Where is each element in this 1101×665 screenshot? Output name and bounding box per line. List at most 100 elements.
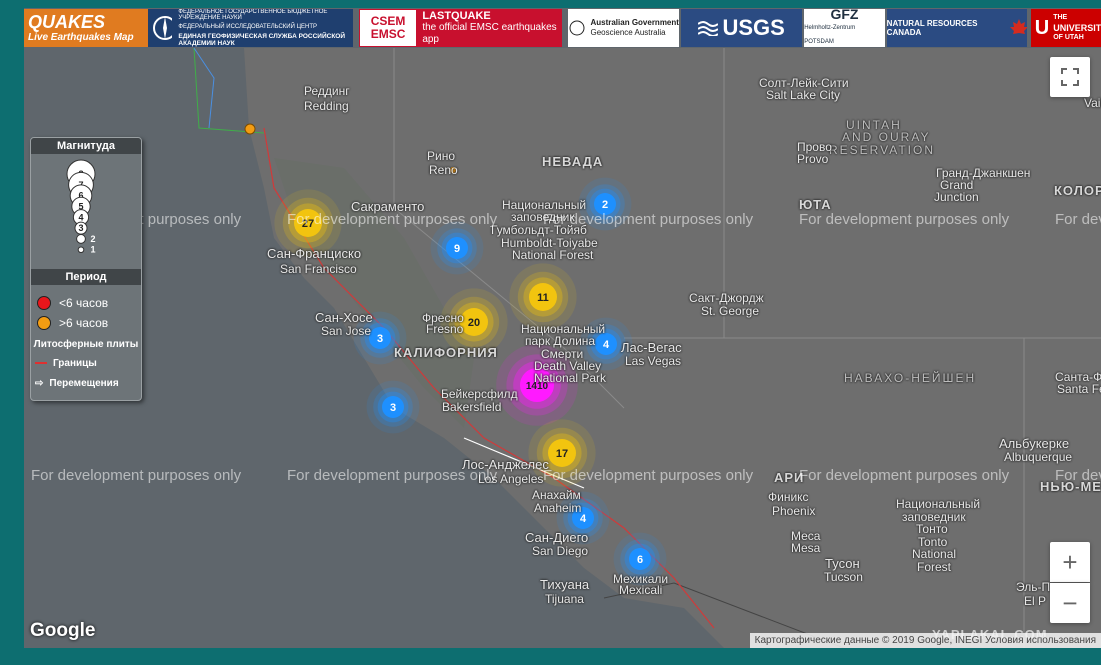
magnitude-label: 3 [78,223,83,233]
map-label-tucson: Tucson [824,570,863,584]
map-label-st-george: St. George [701,304,760,318]
utah-u-icon: U [1034,16,1050,39]
aus-line1: Australian Government [590,18,679,27]
usgs-logo[interactable]: USGS [681,9,803,47]
map-label-provo: Provo [797,152,829,166]
map-label-vail: Vail [1084,96,1101,110]
quakes-logo[interactable]: QUAKES Live Earthquakes Map [24,9,149,47]
map-label-reno-ru: Рино [427,149,456,163]
map-label-sf-ru: Сан-Франциско [267,246,362,261]
gs-ras-line2: ФЕДЕРАЛЬНЫЙ ИССЛЕДОВАТЕЛЬСКИЙ ЦЕНТР [178,24,318,30]
magnitude-label: 2 [90,234,95,244]
map-label-tijuana-ru: Тихуана [540,577,590,592]
dev-watermark: For development purposes only [799,467,1010,484]
dev-watermark: For development purposes only [31,467,242,484]
utah-line1: THE [1053,14,1068,21]
legend-borders-label: Границы [53,357,97,369]
dev-watermark: For development purposes only [543,211,754,228]
gfz-sub: Helmholtz-Zentrum POTSDAM [804,25,856,45]
compass-icon [153,16,173,40]
usgs-wave-icon [698,21,719,36]
utah-line3: OF UTAH [1053,34,1084,41]
fullscreen-button[interactable] [1050,57,1090,97]
red-line-icon [35,362,47,364]
aus-line2: Geoscience Australia [590,28,666,37]
dev-watermark: For development purposes only [1055,467,1101,484]
map-label-san-jose-ru: Сан-Хосе [315,310,373,325]
utah-line2: UNIVERSITY [1053,23,1101,33]
map-label-salt-lake-city: Salt Lake City [766,88,841,102]
map-label-navajo: НАВАХО-НЕЙШЕН [844,371,977,385]
orange-dot-icon [37,316,51,330]
map-frame[interactable]: 27 2 9 11 20 3 4 1410 3 17 4 6 Солт-Лейк-Сити Salt L… [24,8,1101,648]
map-label-las-vegas-ru: Лас-Вегас [621,340,682,355]
quake-dot [244,123,256,135]
legend-recent-label: <6 часов [59,296,109,310]
emsc-box2: EMSC [370,27,406,41]
geoscience-australia-logo[interactable]: Australian Government Geoscience Australi… [568,9,680,47]
map-label-mesa: Mesa [791,541,821,555]
quakes-logo-title: QUAKES [28,12,106,32]
legend-recent: <6 часов [31,293,141,313]
map-label-nevada: НЕВАДА [542,154,604,169]
quake-cluster-11[interactable]: 11 [509,263,577,331]
legend-moves-label: Перемещения [49,377,119,389]
red-dot-icon [37,296,51,310]
quakes-logo-subtitle: Live Earthquakes Map [28,32,134,43]
emsc-subtitle: the official EMSC earthquakes app [422,22,557,45]
cluster-count: 9 [454,243,460,255]
map-label-utah: ЮТА [799,197,832,212]
emsc-title: LASTQUAKE [422,10,491,22]
utah-logo[interactable]: U THE UNIVERSITYOF UTAH [1030,9,1101,47]
map-label-sf: San Francisco [280,262,357,276]
emsc-logo[interactable]: CSEM EMSC LASTQUAKE the official EMSC eart… [358,9,563,47]
zoom-in-button[interactable]: + [1050,542,1090,582]
cluster-count: 4 [603,339,610,351]
usgs-text: USGS [722,15,785,40]
arrow-right-icon: ⇨ [35,377,44,389]
cluster-count: 11 [537,292,549,304]
dev-watermark: For development purposes only [1055,211,1101,228]
map-label-reno: Reno [429,163,458,177]
magnitude-scale: 87654321 [66,159,96,255]
legend-older-label: >6 часов [59,316,109,330]
magnitude-circle [77,246,85,254]
map-legend: Магнитуда 87654321 Период <6 часов >6 ча… [30,137,142,401]
partner-logos-bar: QUAKES Live Earthquakes Map ФЕДЕРАЛЬНОЕ … [24,8,1101,48]
gs-ras-logo[interactable]: ФЕДЕРАЛЬНОЕ ГОСУДАРСТВЕННОЕ БЮДЖЕТНОЕ УЧ… [148,9,353,47]
map-label-grand-junction-2: Junction [934,190,979,204]
fullscreen-icon [1061,68,1079,86]
map-label-anaheim: Anaheim [534,501,582,515]
quake-cluster-3b[interactable]: 3 [366,380,420,434]
map-label-uintah-3: RESERVATION [829,143,936,157]
map-label-albuquerque-ru: Альбукерке [999,436,1070,451]
map-label-tonto-6: Forest [917,560,952,574]
map-label-death-valley-5: National Park [534,371,607,385]
map-label-albuquerque: Albuquerque [1004,450,1073,464]
map-label-colorado: КОЛОРА [1054,183,1101,198]
dev-watermark: For development purposes only [287,211,498,228]
cluster-count: 6 [637,554,643,566]
cluster-count: 3 [390,402,396,414]
legend-borders: Границы [31,353,141,373]
map-attribution[interactable]: Картографические данные © 2019 Google, I… [749,633,1101,648]
gs-ras-line3: ЕДИНАЯ ГЕОФИЗИЧЕСКАЯ СЛУЖБА РОССИЙСКОЙ А… [178,33,346,47]
nrcan-logo[interactable]: NATURAL RESOURCES CANADA [886,9,1027,47]
google-logo[interactable]: Google [30,620,95,642]
map-label-san-jose: San Jose [321,324,372,338]
magnitude-label: 4 [78,212,83,222]
legend-magnitude-title: Магнитуда [31,138,141,154]
map-label-phoenix: Phoenix [772,504,816,518]
map-label-santa-fe: Santa Fe [1057,382,1101,396]
legend-period-title: Период [31,269,141,285]
map-label-el-paso: El P [1024,594,1047,608]
dev-watermark: For development purposes only [287,467,498,484]
map-label-san-diego: San Diego [532,544,589,558]
maple-leaf-icon [1009,19,1027,34]
legend-moves: ⇨ Перемещения [31,373,141,393]
gs-ras-line1: ФЕДЕРАЛЬНОЕ ГОСУДАРСТВЕННОЕ БЮДЖЕТНОЕ УЧ… [178,9,328,21]
gfz-logo[interactable]: GFZ Helmholtz-Zentrum POTSDAM [804,9,885,47]
zoom-out-button[interactable]: − [1050,583,1090,623]
map-label-humboldt-5: National Forest [512,248,594,262]
quake-cluster-9[interactable]: 9 [430,221,484,275]
